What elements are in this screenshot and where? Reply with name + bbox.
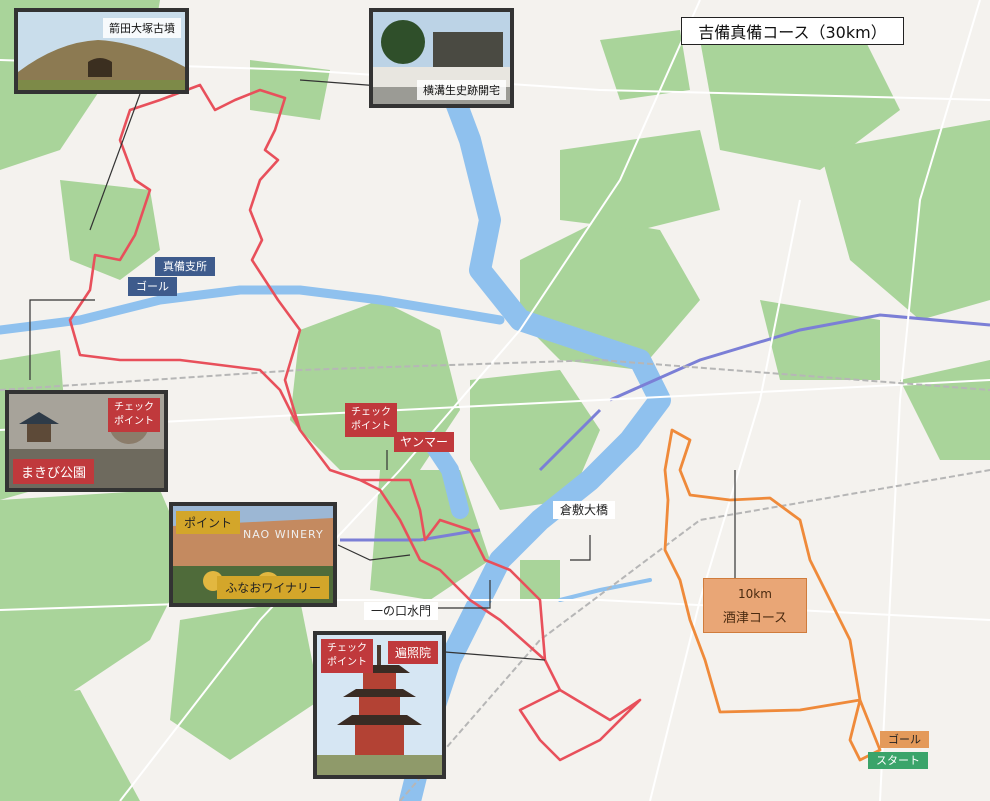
photo-funao-winery[interactable]: NAO WINERY ポイント ふなおワイナリー — [169, 502, 337, 607]
photo-henjoin[interactable]: チェック ポイント 遍照院 — [313, 631, 446, 779]
makibi-checkpoint-tag: チェック ポイント — [108, 398, 160, 432]
yanmar-check-line2: ポイント — [351, 421, 391, 432]
makibi-check-line2: ポイント — [114, 416, 154, 427]
start-label[interactable]: スタート — [868, 752, 928, 769]
goal-main-label[interactable]: ゴール — [128, 277, 177, 296]
sakazu-course-box[interactable]: 10km 酒津コース — [703, 578, 807, 633]
photo-makibi-park[interactable]: チェック ポイント まきび公園 — [5, 390, 168, 492]
photo-yata-otsuka-kofun[interactable]: 箭田大塚古墳 — [14, 8, 189, 94]
henjoin-check-line1: チェック — [327, 643, 367, 654]
mabi-branch-label[interactable]: 真備支所 — [155, 257, 215, 276]
makibi-caption: まきび公園 — [13, 459, 95, 484]
henjoin-checkpoint-tag: チェック ポイント — [321, 639, 373, 673]
map-title: 吉備真備コース（30km） — [681, 17, 904, 45]
yanmar-check-line1: チェック — [351, 407, 391, 418]
henjoin-caption: 遍照院 — [387, 641, 438, 664]
winery-caption: ふなおワイナリー — [217, 576, 329, 599]
yanmar-label[interactable]: ヤンマー — [394, 432, 455, 452]
winery-sign: NAO WINERY — [243, 528, 324, 541]
makibi-check-line1: チェック — [114, 402, 154, 413]
kurashiki-bridge-label[interactable]: 倉敷大橋 — [553, 501, 616, 519]
winery-point-tag: ポイント — [176, 511, 241, 534]
kofun-caption: 箭田大塚古墳 — [103, 18, 181, 38]
henjoin-check-line2: ポイント — [327, 657, 367, 668]
yanmar-checkpoint-tag: チェック ポイント — [345, 403, 397, 437]
sakazu-distance: 10km — [738, 587, 772, 601]
goal-sub-label[interactable]: ゴール — [880, 731, 929, 748]
ichinokuchi-gate-label[interactable]: 一の口水門 — [364, 602, 439, 620]
house-caption: 横溝生史跡開宅 — [417, 80, 506, 100]
photo-yokomizo-house[interactable]: 横溝生史跡開宅 — [369, 8, 514, 108]
sakazu-course-name: 酒津コース — [722, 611, 788, 626]
